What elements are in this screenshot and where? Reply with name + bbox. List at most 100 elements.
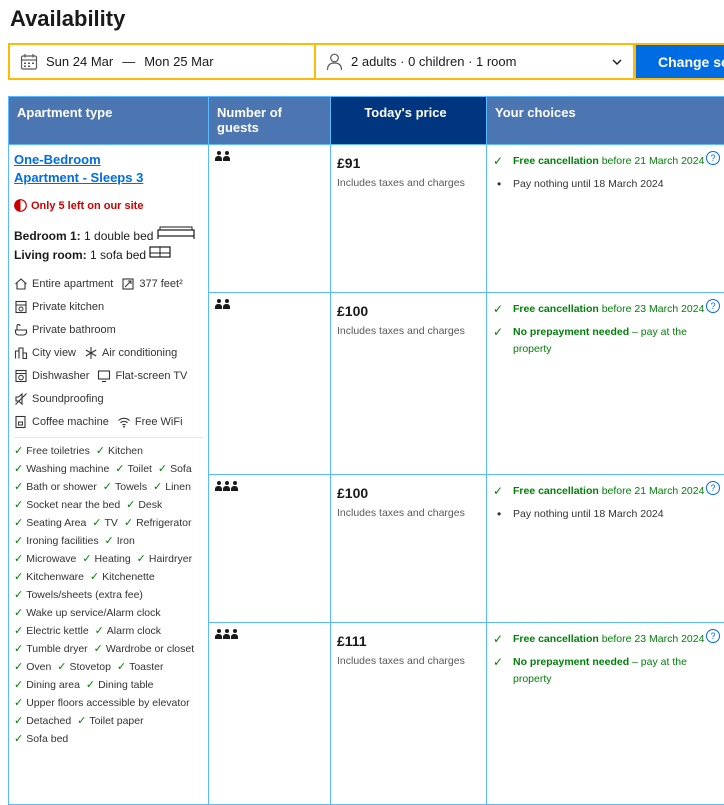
- living-room-label: Living room:: [14, 248, 87, 262]
- check-icon: ✓: [493, 301, 513, 318]
- person-icon: [215, 629, 222, 639]
- choice-detail: Pay nothing until 18 March 2024: [513, 508, 664, 520]
- choice-detail: before 23 March 2024: [599, 303, 705, 315]
- price-cell: £100 Includes taxes and charges: [331, 475, 487, 623]
- amenity-label: Stovetop: [69, 661, 110, 673]
- check-in-date: Sun 24 Mar: [46, 54, 113, 69]
- search-bar: Sun 24 Mar — Mon 25 Mar 2 adults · 0 chi…: [8, 43, 724, 80]
- living-room-value: 1 sofa bed: [90, 248, 146, 262]
- check-icon: ✓: [14, 535, 23, 547]
- apartment-details: One-Bedroom Apartment - Sleeps 3 Only 5 …: [9, 145, 209, 805]
- help-icon[interactable]: ?: [706, 151, 720, 165]
- bedroom-label: Bedroom 1:: [14, 229, 81, 243]
- facility-item: Entire apartment: [14, 272, 113, 295]
- facility-item: Private kitchen: [14, 295, 104, 318]
- amenity-label: Toaster: [129, 661, 163, 673]
- choice-text: Pay nothing until 18 March 2024: [513, 176, 664, 193]
- soundproof-icon: [14, 392, 28, 406]
- person-icon: [223, 151, 230, 161]
- change-search-button[interactable]: Change search: [634, 43, 724, 80]
- price-note: Includes taxes and charges: [337, 655, 480, 667]
- person-icon: [215, 481, 222, 491]
- amenity-label: Free toiletries: [26, 445, 90, 457]
- amenity-item: ✓Stovetop: [57, 661, 111, 673]
- facility-label: Private kitchen: [32, 301, 104, 313]
- help-icon[interactable]: ?: [706, 481, 720, 495]
- price-note: Includes taxes and charges: [337, 325, 480, 337]
- check-icon: ✓: [94, 643, 103, 655]
- choice-bold: No prepayment needed: [513, 656, 629, 668]
- amenity-item: ✓Toilet paper: [77, 715, 144, 727]
- check-icon: ✓: [153, 481, 162, 493]
- amenity-label: Linen: [165, 481, 191, 493]
- size-icon: [121, 277, 135, 291]
- amenity-label: Bath or shower: [26, 481, 97, 493]
- choice-detail: before 21 March 2024: [599, 485, 705, 497]
- header-guests: Number of guests: [209, 97, 331, 145]
- occupancy-picker[interactable]: 2 adults · 0 children · 1 room: [314, 43, 635, 80]
- check-icon: ✓: [14, 553, 23, 565]
- amenity-item: ✓Towels: [103, 481, 147, 493]
- amenity-item: ✓Iron: [105, 535, 135, 547]
- check-icon: ✓: [105, 535, 114, 547]
- city-icon: [14, 346, 28, 360]
- choice-item: ✓Free cancellation before 23 March 2024: [493, 301, 720, 318]
- price-value: £100: [337, 485, 480, 501]
- amenity-item: ✓Dining table: [86, 679, 154, 691]
- guest-icons: [215, 152, 231, 164]
- check-icon: ✓: [14, 733, 23, 745]
- choices-cell: ✓Free cancellation before 21 March 2024•…: [487, 145, 724, 293]
- guests-cell: [209, 475, 331, 623]
- amenity-label: Kitchenette: [102, 571, 155, 583]
- guest-icons: [215, 482, 239, 494]
- facility-label: City view: [32, 347, 76, 359]
- amenity-item: ✓Oven: [14, 661, 51, 673]
- guests-cell: [209, 623, 331, 805]
- check-icon: ✓: [493, 483, 513, 500]
- amenity-item: ✓Toaster: [117, 661, 164, 673]
- check-icon: ✓: [493, 153, 513, 170]
- facility-item: Air conditioning: [84, 341, 177, 364]
- amenity-label: Washing machine: [26, 463, 109, 475]
- amenity-list: ✓Free toiletries ✓Kitchen ✓Washing machi…: [14, 442, 203, 748]
- amenity-item: ✓TV: [92, 517, 118, 529]
- date-picker[interactable]: Sun 24 Mar — Mon 25 Mar: [8, 43, 316, 80]
- divider: [14, 437, 203, 438]
- scarcity-notice: Only 5 left on our site: [14, 199, 203, 212]
- header-apartment-type: Apartment type: [9, 97, 209, 145]
- amenity-item: ✓Microwave: [14, 553, 76, 565]
- choice-text: No prepayment needed – pay at the proper…: [513, 324, 720, 358]
- amenity-label: Sofa bed: [26, 733, 68, 745]
- facility-label: Dishwasher: [32, 370, 89, 382]
- help-icon[interactable]: ?: [706, 629, 720, 643]
- amenity-label: Seating Area: [26, 517, 86, 529]
- occupancy-value: 2 adults · 0 children · 1 room: [351, 54, 516, 69]
- amenity-item: ✓Free toiletries: [14, 445, 90, 457]
- guest-icons: [215, 300, 231, 312]
- double-bed-icon: [157, 226, 195, 240]
- amenity-label: Hairdryer: [149, 553, 192, 565]
- help-icon[interactable]: ?: [706, 299, 720, 313]
- home-icon: [14, 277, 28, 291]
- apartment-name-link[interactable]: One-Bedroom Apartment - Sleeps 3: [14, 151, 164, 187]
- choice-text: No prepayment needed – pay at the proper…: [513, 654, 720, 688]
- check-icon: ✓: [14, 571, 23, 583]
- chevron-down-icon: [611, 56, 623, 68]
- amenity-label: Heating: [95, 553, 131, 565]
- facility-item: Flat-screen TV: [97, 364, 187, 387]
- check-icon: ✓: [86, 679, 95, 691]
- amenity-label: Electric kettle: [26, 625, 88, 637]
- header-choices: Your choices: [487, 97, 724, 145]
- amenity-item: ✓Alarm clock: [95, 625, 161, 637]
- kitchen-icon: [14, 300, 28, 314]
- amenity-label: Microwave: [26, 553, 76, 565]
- choice-bold: Free cancellation: [513, 303, 599, 315]
- choice-item: •Pay nothing until 18 March 2024: [493, 506, 720, 523]
- sofa-bed-icon: [149, 245, 171, 259]
- amenity-item: ✓Wake up service/Alarm clock: [14, 607, 161, 619]
- guests-cell: [209, 145, 331, 293]
- amenity-label: Kitchen: [108, 445, 143, 457]
- guest-icons: [215, 630, 239, 642]
- choice-bold: Free cancellation: [513, 485, 599, 497]
- facility-item: Private bathroom: [14, 318, 116, 341]
